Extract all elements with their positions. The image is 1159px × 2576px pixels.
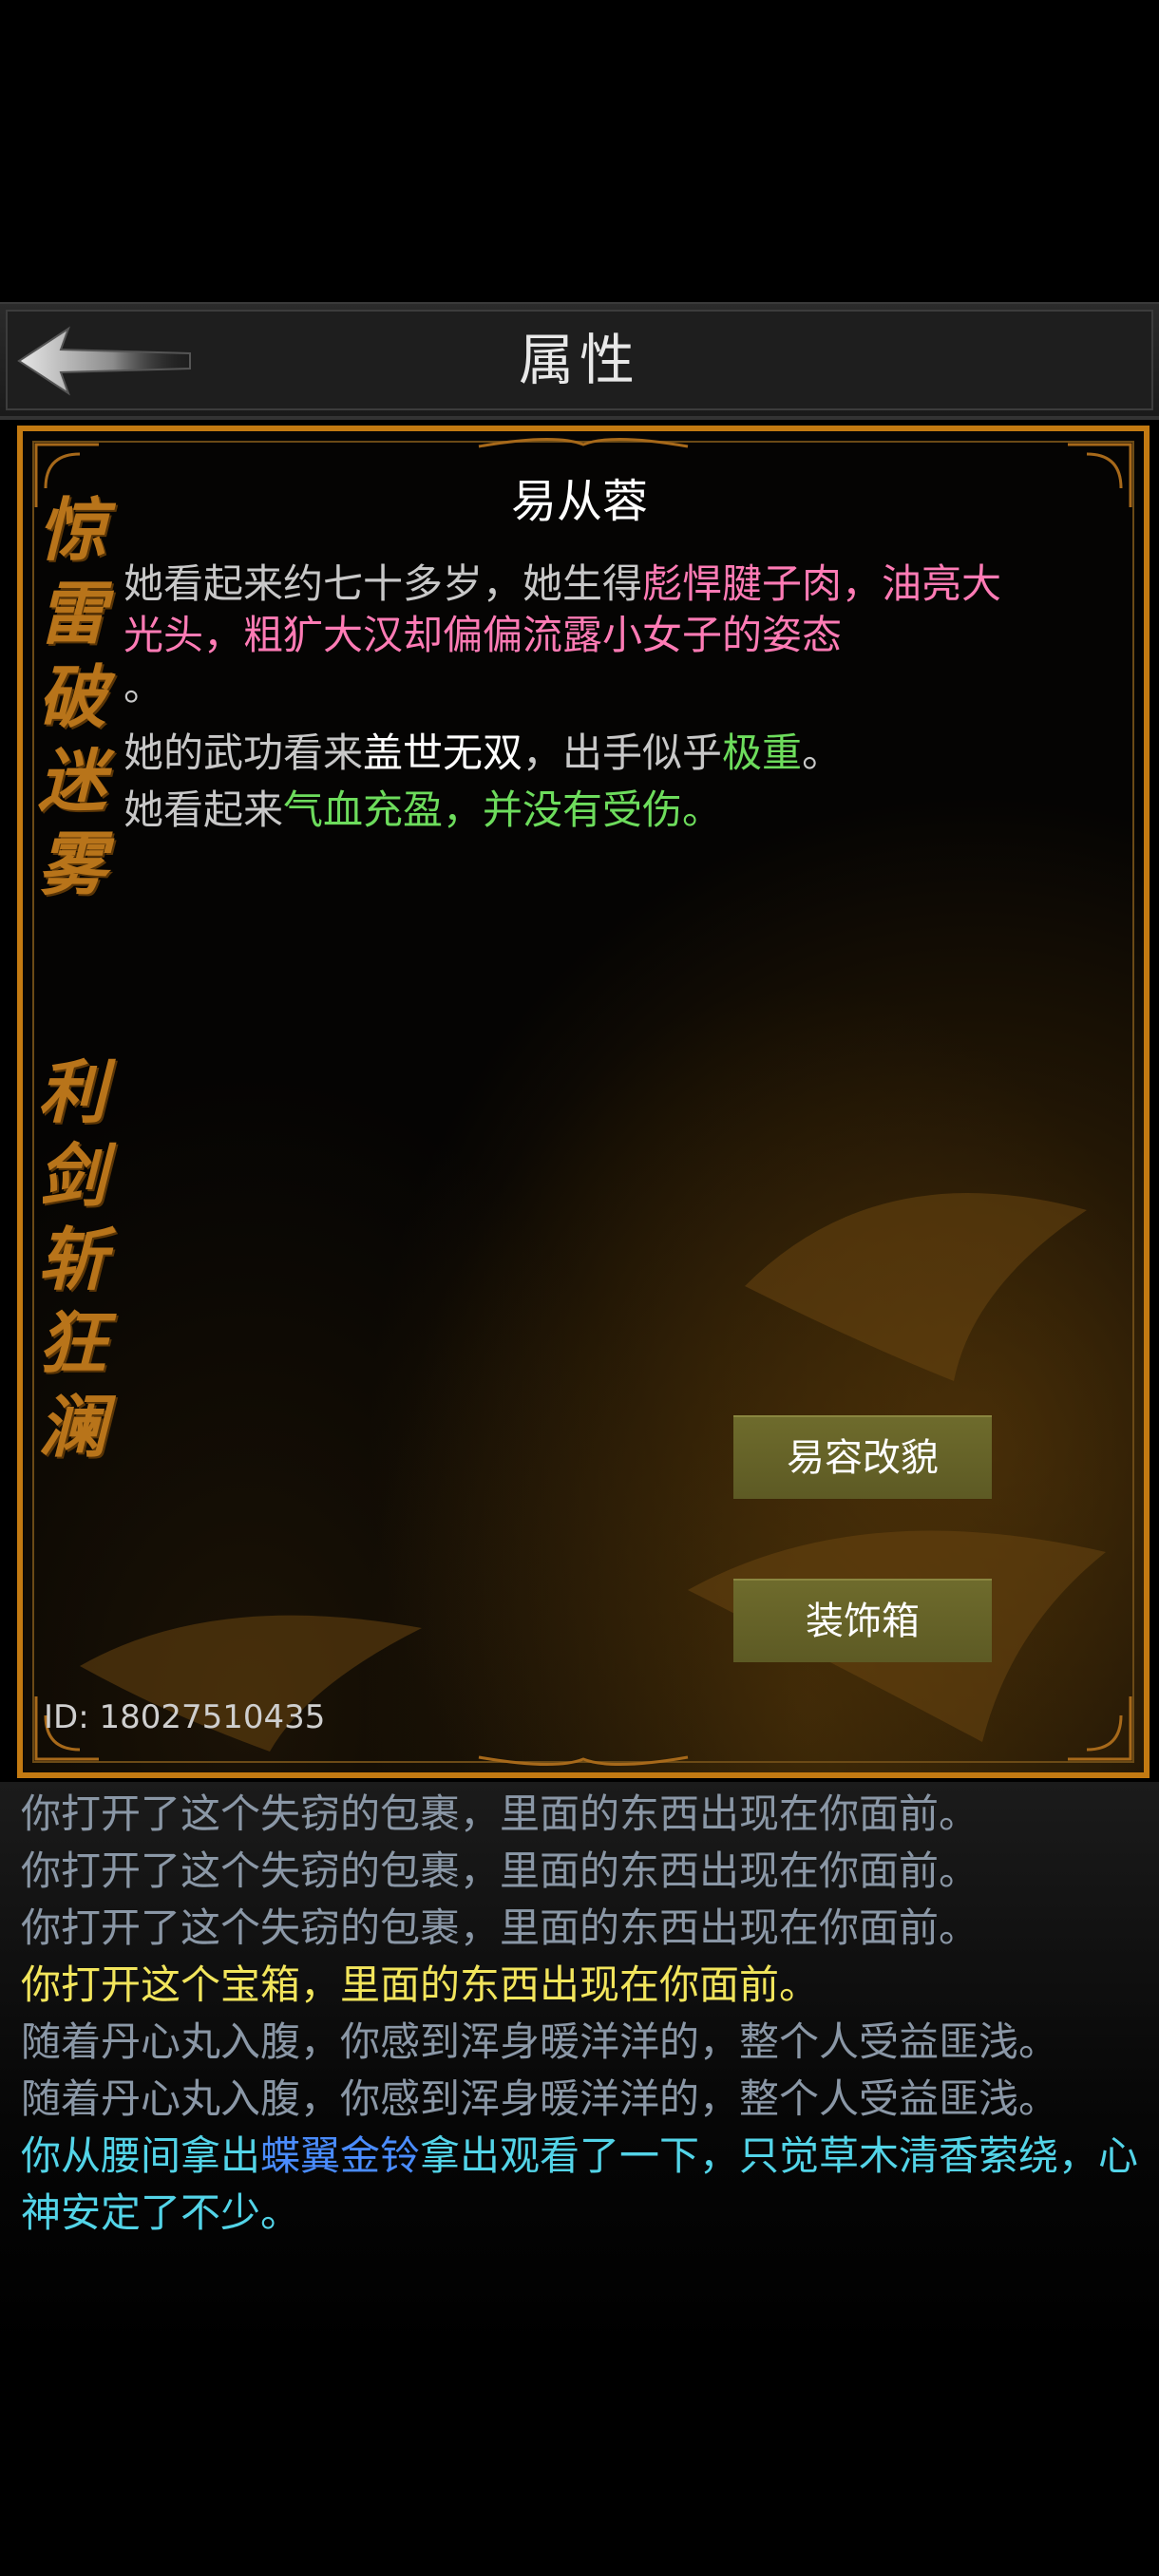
description-appearance: 她看起来约七十多岁，她生得彪悍腱子肉，油亮大光头，粗犷大汉却偏偏流露小女子的姿态… bbox=[124, 559, 1036, 712]
description-martial-arts: 她的武功看来盖世无双，出手似乎极重。 bbox=[124, 728, 1036, 779]
side-calligraphy-2: 利剑斩狂澜 bbox=[37, 1051, 106, 1467]
desc-health-text: 她看起来 bbox=[124, 786, 284, 833]
character-name: 易从蓉 bbox=[510, 475, 648, 528]
log-line: 你打开了这个失窃的包裹，里面的东西出现在你面前。 bbox=[21, 1790, 979, 1837]
log-line: 你打开这个宝箱，里面的东西出现在你面前。 bbox=[21, 1961, 820, 2008]
desc-appearance-text: 她看起来约七十多岁，她生得 bbox=[124, 560, 643, 607]
wardrobe-button[interactable]: 装饰箱 bbox=[733, 1579, 992, 1662]
desc-martial-strength: 极重 bbox=[722, 729, 803, 776]
page-title: 属性 bbox=[518, 328, 640, 392]
disguise-button[interactable]: 易容改貌 bbox=[733, 1415, 992, 1499]
log-line: 你打开了这个失窃的包裹，里面的东西出现在你面前。 bbox=[21, 1847, 979, 1894]
desc-martial-end: 。 bbox=[802, 729, 843, 776]
log-item-name: 蝶翼金铃 bbox=[260, 2132, 421, 2179]
description-health: 她看起来气血充盈，并没有受伤。 bbox=[124, 785, 1036, 836]
desc-martial-mid: ，出手似乎 bbox=[522, 729, 723, 776]
side-calligraphy-1: 惊雷破迷雾 bbox=[37, 489, 106, 904]
message-log: 你打开了这个失窃的包裹，里面的东西出现在你面前。 你打开了这个失窃的包裹，里面的… bbox=[21, 1786, 1142, 2242]
player-id: ID: 18027510435 bbox=[44, 1698, 326, 1736]
log-line: 随着丹心丸入腹，你感到浑身暖洋洋的，整个人受益匪浅。 bbox=[21, 2075, 1059, 2122]
log-line: 你从腰间拿出蝶翼金铃拿出观看了一下，只觉草木清香萦绕，心神安定了不少。 bbox=[21, 2128, 1142, 2242]
desc-appearance-end: 。 bbox=[124, 663, 164, 710]
desc-martial-text: 她的武功看来 bbox=[124, 729, 364, 776]
log-line: 你打开了这个失窃的包裹，里面的东西出现在你面前。 bbox=[21, 1904, 979, 1951]
log-line: 随着丹心丸入腹，你感到浑身暖洋洋的，整个人受益匪浅。 bbox=[21, 2018, 1059, 2065]
desc-martial-rank: 盖世无双 bbox=[363, 729, 523, 776]
desc-health-status: 气血充盈，并没有受伤。 bbox=[283, 786, 723, 833]
log-line-text: 你从腰间拿出 bbox=[21, 2132, 261, 2179]
